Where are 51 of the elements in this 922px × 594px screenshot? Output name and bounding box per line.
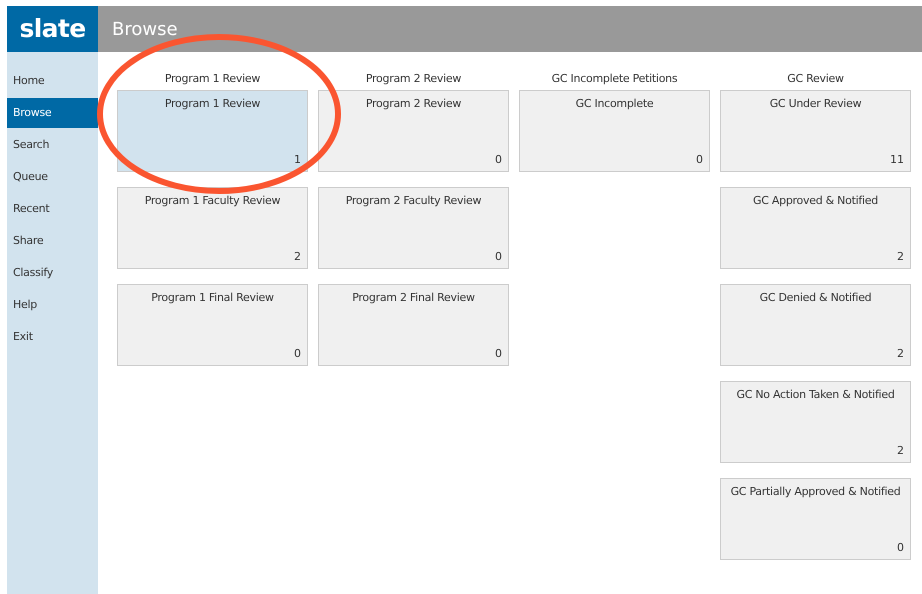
column-heading: GC Review (787, 71, 844, 87)
tile-count: 1 (294, 152, 301, 168)
tile-count: 0 (294, 346, 301, 362)
tile-title: GC Incomplete (576, 96, 654, 112)
tile-count: 11 (890, 152, 904, 168)
sidebar-item[interactable]: Exit (7, 322, 98, 352)
folder-tile[interactable]: GC Incomplete 0 (519, 90, 710, 172)
tile-title: Program 1 Review (164, 96, 260, 112)
tile-title: GC Approved & Notified (753, 193, 878, 209)
folder-tile[interactable]: Program 1 Final Review 0 (117, 284, 308, 366)
tile-title: GC Partially Approved & Notified (730, 484, 900, 500)
folder-tile[interactable]: GC Denied & Notified 2 (720, 284, 911, 366)
column-heading: Program 1 Review (164, 71, 260, 87)
tile-title: Program 2 Faculty Review (346, 193, 482, 209)
folder-tile[interactable]: Program 2 Final Review 0 (318, 284, 509, 366)
sidebar-item[interactable]: Search (7, 130, 98, 160)
tile-count: 2 (897, 346, 904, 362)
sidebar-item[interactable]: Recent (7, 194, 98, 224)
folder-tile[interactable]: GC Under Review 11 (720, 90, 911, 172)
folder-tile[interactable]: GC Partially Approved & Notified 0 (720, 478, 911, 560)
tile-count: 2 (897, 248, 904, 264)
tile-count: 0 (696, 152, 703, 168)
tile-count: 0 (495, 346, 502, 362)
tile-title: GC Denied & Notified (760, 290, 872, 306)
tile-title: Program 2 Final Review (352, 290, 475, 306)
folder-tile[interactable]: Program 1 Faculty Review 2 (117, 187, 308, 269)
page-title: Browse (112, 18, 178, 42)
tile-count: 0 (495, 152, 502, 168)
folder-tile[interactable]: GC No Action Taken & Notified 2 (720, 381, 911, 463)
tile-title: Program 2 Review (366, 96, 462, 112)
column-heading: GC Incomplete Petitions (552, 71, 678, 87)
folder-tile[interactable]: Program 2 Faculty Review 0 (318, 187, 509, 269)
folder-tile[interactable]: Program 2 Review 0 (318, 90, 509, 172)
sidebar-item[interactable]: Classify (7, 258, 98, 288)
column-heading: Program 2 Review (366, 71, 462, 87)
sidebar-item[interactable]: Browse (7, 98, 98, 128)
tile-count: 0 (495, 248, 502, 264)
folder-tile[interactable]: GC Approved & Notified 2 (720, 187, 911, 269)
tile-title: Program 1 Faculty Review (144, 193, 280, 209)
sidebar-item[interactable]: Help (7, 290, 98, 320)
sidebar-item[interactable]: Queue (7, 162, 98, 192)
tile-title: GC Under Review (770, 96, 862, 112)
tile-title: Program 1 Final Review (151, 290, 274, 306)
tile-count: 2 (897, 442, 904, 458)
sidebar-item[interactable]: Share (7, 226, 98, 256)
logo[interactable]: slate (7, 6, 98, 52)
sidebar-item[interactable]: Home (7, 66, 98, 96)
tile-title: GC No Action Taken & Notified (736, 387, 895, 403)
tile-count: 0 (897, 540, 904, 556)
folder-tile[interactable]: Program 1 Review 1 (117, 90, 308, 172)
tile-count: 2 (294, 248, 301, 264)
